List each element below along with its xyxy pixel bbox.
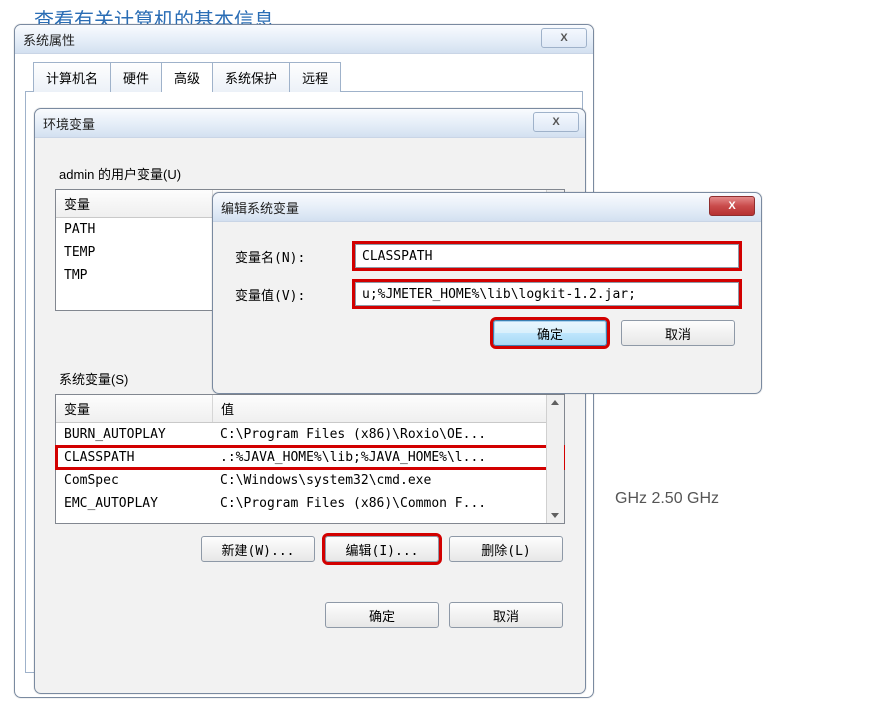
close-icon[interactable]: X (541, 28, 587, 48)
envvars-dialog-buttons: 确定 取消 (49, 602, 563, 628)
var-name: PATH (56, 220, 212, 239)
var-value: C:\Program Files (x86)\Common F... (212, 494, 558, 513)
var-name: CLASSPATH (56, 448, 212, 467)
delete-button[interactable]: 删除(L) (449, 536, 563, 562)
table-row[interactable]: BURN_AUTOPLAY C:\Program Files (x86)\Rox… (56, 423, 564, 446)
var-name: TEMP (56, 243, 212, 262)
var-value: C:\Windows\system32\cmd.exe (212, 471, 558, 490)
edit-system-variable-dialog: 编辑系统变量 X 变量名(N): CLASSPATH 变量值(V): u;%JM… (212, 192, 762, 394)
tab-hardware[interactable]: 硬件 (110, 62, 162, 92)
var-name: BURN_AUTOPLAY (56, 425, 212, 444)
var-name: ComSpec (56, 471, 212, 490)
table-row-classpath[interactable]: CLASSPATH .:%JAVA_HOME%\lib;%JAVA_HOME%\… (56, 446, 564, 469)
variable-value-input[interactable]: u;%JMETER_HOME%\lib\logkit-1.2.jar; (355, 282, 739, 306)
variable-name-input[interactable]: CLASSPATH (355, 244, 739, 268)
tab-system-protection[interactable]: 系统保护 (212, 62, 290, 92)
ok-button[interactable]: 确定 (325, 602, 439, 628)
user-variables-label: admin 的用户变量(U) (59, 164, 571, 183)
sys-list-header: 变量 值 (56, 395, 564, 423)
new-button[interactable]: 新建(W)... (201, 536, 315, 562)
close-icon[interactable]: X (709, 196, 755, 216)
system-variables-buttons: 新建(W)... 编辑(I)... 删除(L) (49, 536, 563, 562)
cancel-button[interactable]: 取消 (621, 320, 735, 346)
system-properties-title: 系统属性 (23, 30, 75, 49)
system-properties-tabs: 计算机名 硬件 高级 系统保护 远程 (33, 62, 593, 92)
environment-variables-titlebar[interactable]: 环境变量 X (35, 109, 585, 138)
ok-button[interactable]: 确定 (493, 320, 607, 346)
close-icon[interactable]: X (533, 112, 579, 132)
cpu-speed-text: GHz 2.50 GHz (615, 490, 719, 508)
cancel-button[interactable]: 取消 (449, 602, 563, 628)
column-variable[interactable]: 变量 (56, 395, 213, 422)
var-name: TMP (56, 266, 212, 285)
column-variable[interactable]: 变量 (56, 190, 213, 217)
edit-button[interactable]: 编辑(I)... (325, 536, 439, 562)
scrollbar[interactable] (546, 395, 564, 523)
variable-name-label: 变量名(N): (235, 247, 355, 266)
system-properties-titlebar[interactable]: 系统属性 X (15, 25, 593, 54)
variable-value-label: 变量值(V): (235, 285, 355, 304)
var-name: EMC_AUTOPLAY (56, 494, 212, 513)
var-value: .:%JAVA_HOME%\lib;%JAVA_HOME%\l... (212, 448, 558, 467)
table-row[interactable]: EMC_AUTOPLAY C:\Program Files (x86)\Comm… (56, 492, 564, 515)
edit-dialog-title: 编辑系统变量 (221, 198, 299, 217)
system-variables-list[interactable]: 变量 值 BURN_AUTOPLAY C:\Program Files (x86… (55, 394, 565, 524)
column-value[interactable]: 值 (213, 395, 564, 422)
tab-remote[interactable]: 远程 (289, 62, 341, 92)
environment-variables-title: 环境变量 (43, 114, 95, 133)
tab-computer-name[interactable]: 计算机名 (33, 62, 111, 92)
table-row[interactable]: ComSpec C:\Windows\system32\cmd.exe (56, 469, 564, 492)
tab-advanced[interactable]: 高级 (161, 62, 213, 92)
edit-dialog-titlebar[interactable]: 编辑系统变量 X (213, 193, 761, 222)
var-value: C:\Program Files (x86)\Roxio\OE... (212, 425, 558, 444)
